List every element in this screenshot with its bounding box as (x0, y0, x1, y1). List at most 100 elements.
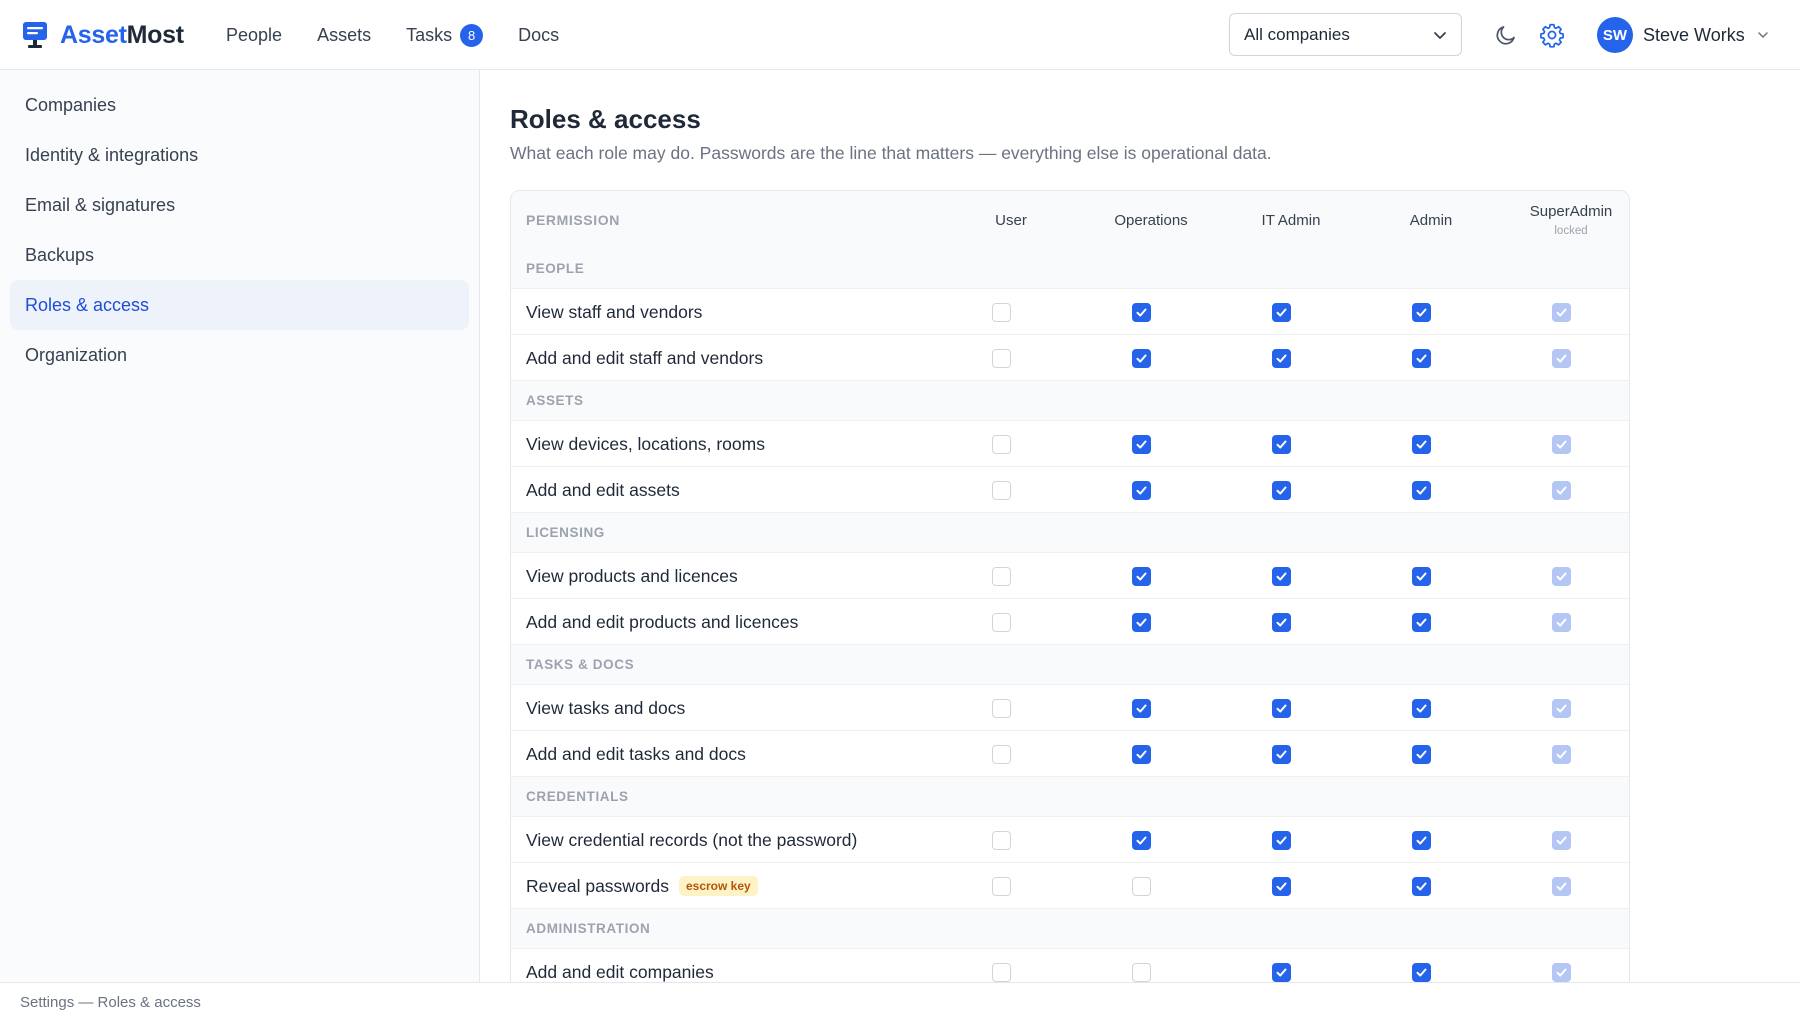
checkmark-icon (1136, 704, 1146, 713)
checkmark-icon (1276, 440, 1286, 449)
checkbox-admin[interactable] (1411, 349, 1431, 368)
settings-sidebar: Companies Identity & integrations Email … (0, 70, 480, 982)
sidebar-item-backups[interactable]: Backups (10, 230, 469, 280)
company-select-value: All companies (1244, 24, 1350, 44)
checkbox-superadmin (1551, 745, 1571, 764)
checkmark-icon (1416, 836, 1426, 845)
user-menu[interactable]: SW Steve Works (1597, 16, 1769, 54)
permission-label: Add and edit staff and vendors (526, 335, 763, 381)
checkbox-user[interactable] (991, 699, 1011, 718)
sidebar-item-organization[interactable]: Organization (10, 330, 469, 380)
checkbox-user[interactable] (991, 303, 1011, 322)
checkbox-it-admin[interactable] (1271, 699, 1291, 718)
permissions-table: PERMISSION User Operations IT Admin Admi… (510, 190, 1630, 982)
permission-label: View devices, locations, rooms (526, 421, 765, 467)
checkbox-operations[interactable] (1131, 613, 1151, 632)
brand-logo[interactable]: AssetMost (22, 20, 184, 50)
section-row: TASKS & DOCS (511, 645, 1629, 685)
section-title: ADMINISTRATION (526, 921, 651, 936)
checkbox-admin[interactable] (1411, 745, 1431, 764)
user-name: Steve Works (1643, 24, 1745, 45)
checkbox-operations[interactable] (1131, 745, 1151, 764)
section-row: ADMINISTRATION (511, 909, 1629, 949)
permission-text: Reveal passwords (526, 875, 669, 896)
checkbox-it-admin[interactable] (1271, 435, 1291, 454)
checkbox-operations[interactable] (1131, 303, 1151, 322)
checkbox-user[interactable] (991, 877, 1011, 896)
checkmark-icon (1556, 440, 1566, 449)
checkbox-admin[interactable] (1411, 303, 1431, 322)
checkbox-it-admin[interactable] (1271, 745, 1291, 764)
chevron-down-icon (1434, 32, 1446, 39)
checkbox-superadmin (1551, 349, 1571, 368)
checkbox-operations[interactable] (1131, 877, 1151, 896)
settings-button[interactable] (1537, 20, 1567, 50)
checkmark-icon (1556, 486, 1566, 495)
checkbox-admin[interactable] (1411, 831, 1431, 850)
nav-people[interactable]: People (226, 25, 282, 46)
checkbox-user[interactable] (991, 349, 1011, 368)
checkbox-user[interactable] (991, 831, 1011, 850)
company-select[interactable]: All companies (1229, 13, 1462, 56)
checkbox-it-admin[interactable] (1271, 481, 1291, 500)
brand-name: AssetMost (60, 20, 184, 49)
checkbox-user[interactable] (991, 435, 1011, 454)
table-row: Add and edit companies (511, 949, 1629, 982)
checkbox-operations[interactable] (1131, 481, 1151, 500)
sidebar-item-roles-access[interactable]: Roles & access (10, 280, 469, 330)
checkmark-icon (1416, 486, 1426, 495)
checkbox-admin[interactable] (1411, 481, 1431, 500)
checkbox-user[interactable] (991, 613, 1011, 632)
checkbox-it-admin[interactable] (1271, 831, 1291, 850)
checkbox-admin[interactable] (1411, 567, 1431, 586)
checkbox-admin[interactable] (1411, 613, 1431, 632)
checkbox-operations[interactable] (1131, 349, 1151, 368)
checkbox-operations[interactable] (1131, 831, 1151, 850)
table-row: View staff and vendors (511, 289, 1629, 335)
checkbox-operations[interactable] (1131, 699, 1151, 718)
checkmark-icon (1276, 572, 1286, 581)
checkbox-it-admin[interactable] (1271, 877, 1291, 896)
permission-label: View tasks and docs (526, 685, 685, 731)
checkbox-operations[interactable] (1131, 435, 1151, 454)
checkbox-it-admin[interactable] (1271, 349, 1291, 368)
role-header-admin: Admin (1361, 191, 1501, 249)
table-row: Add and edit staff and vendors (511, 335, 1629, 381)
permission-text: Add and edit products and licences (526, 611, 799, 632)
checkbox-admin[interactable] (1411, 699, 1431, 718)
sidebar-item-identity-integrations[interactable]: Identity & integrations (10, 130, 469, 180)
checkmark-icon (1136, 750, 1146, 759)
checkmark-icon (1136, 618, 1146, 627)
checkbox-admin[interactable] (1411, 963, 1431, 982)
nav-tasks[interactable]: Tasks 8 (406, 23, 484, 47)
nav-docs[interactable]: Docs (518, 25, 559, 46)
permission-column-header: PERMISSION (526, 212, 620, 228)
permission-text: Add and edit assets (526, 479, 680, 500)
sidebar-item-email-signatures[interactable]: Email & signatures (10, 180, 469, 230)
permission-label: View credential records (not the passwor… (526, 817, 857, 863)
checkbox-it-admin[interactable] (1271, 613, 1291, 632)
table-row: Add and edit tasks and docs (511, 731, 1629, 777)
checkbox-user[interactable] (991, 567, 1011, 586)
page-subtitle: What each role may do. Passwords are the… (510, 143, 1272, 163)
checkbox-operations[interactable] (1131, 567, 1151, 586)
checkbox-user[interactable] (991, 745, 1011, 764)
checkbox-it-admin[interactable] (1271, 963, 1291, 982)
checkbox-user[interactable] (991, 481, 1011, 500)
checkbox-operations[interactable] (1131, 963, 1151, 982)
nav-assets[interactable]: Assets (317, 25, 371, 46)
checkbox-it-admin[interactable] (1271, 303, 1291, 322)
checkmark-icon (1276, 750, 1286, 759)
checkbox-admin[interactable] (1411, 877, 1431, 896)
page-title: Roles & access (510, 104, 701, 134)
checkmark-icon (1556, 704, 1566, 713)
sidebar-item-companies[interactable]: Companies (10, 80, 469, 130)
checkmark-icon (1556, 354, 1566, 363)
escrow-key-tag: escrow key (678, 876, 758, 896)
permission-label: Add and edit tasks and docs (526, 731, 746, 777)
checkbox-admin[interactable] (1411, 435, 1431, 454)
theme-toggle-button[interactable] (1491, 20, 1521, 50)
checkmark-icon (1136, 486, 1146, 495)
checkbox-user[interactable] (991, 963, 1011, 982)
checkbox-it-admin[interactable] (1271, 567, 1291, 586)
